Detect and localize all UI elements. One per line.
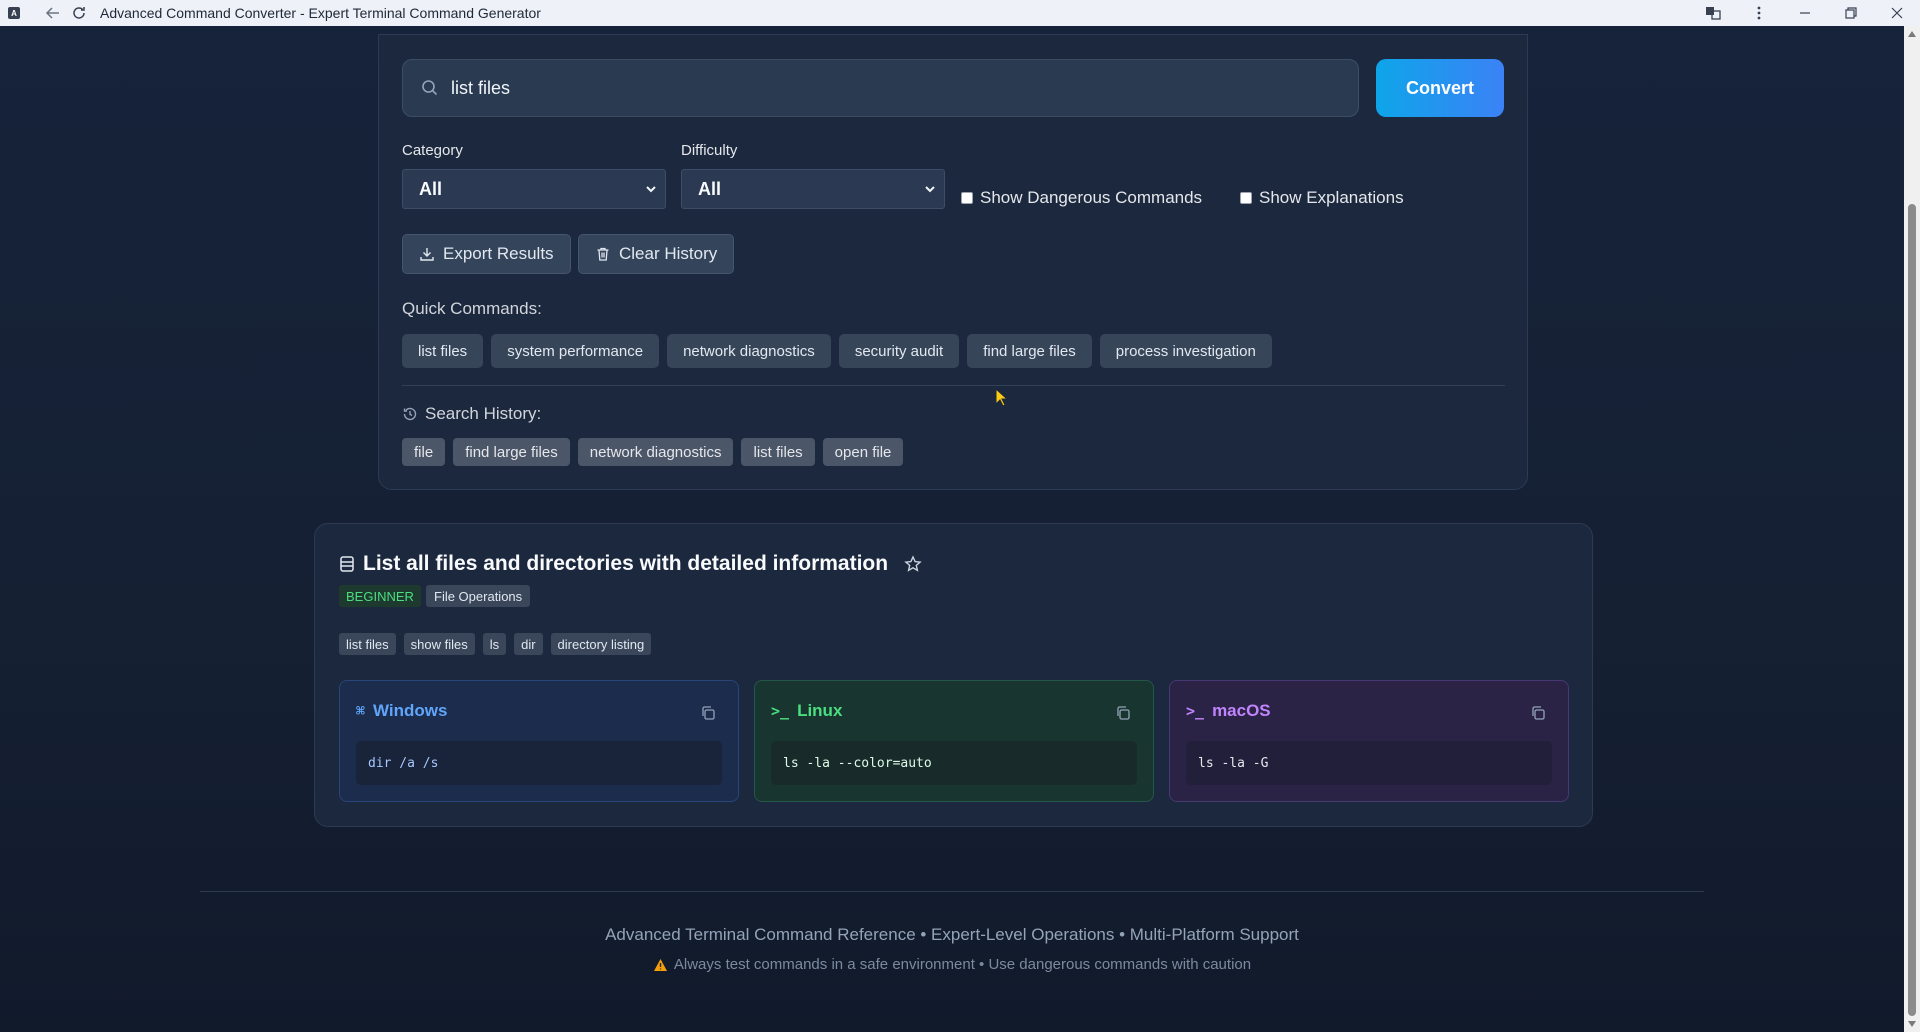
- result-card: List all files and directories with deta…: [314, 523, 1593, 827]
- search-field[interactable]: [402, 59, 1359, 117]
- window-titlebar: A Advanced Command Converter - Expert Te…: [0, 0, 1920, 26]
- search-history-title: Search History:: [402, 404, 541, 424]
- tag: ls: [482, 633, 507, 655]
- divider: [402, 385, 1505, 386]
- star-icon[interactable]: [904, 555, 922, 573]
- category-select[interactable]: All: [402, 169, 666, 209]
- minimize-icon[interactable]: [1782, 0, 1828, 26]
- linux-header: >_ Linux: [771, 701, 842, 721]
- quick-command-chip[interactable]: find large files: [967, 334, 1092, 368]
- footer-warning-text: Always test commands in a safe environme…: [673, 956, 1252, 973]
- app-icon: A: [8, 7, 20, 19]
- download-icon: [420, 248, 434, 261]
- history-chip[interactable]: list files: [741, 438, 815, 466]
- quick-command-chip[interactable]: network diagnostics: [667, 334, 831, 368]
- show-dangerous-label: Show Dangerous Commands: [980, 188, 1203, 207]
- clear-history-label: Clear History: [619, 244, 718, 263]
- checkbox-box[interactable]: [961, 192, 973, 204]
- footer-text: Advanced Terminal Command Reference • Ex…: [605, 925, 1299, 944]
- result-title: List all files and directories with deta…: [339, 552, 922, 576]
- show-explanations-label: Show Explanations: [1259, 188, 1404, 207]
- history-icon: [403, 407, 417, 421]
- macos-command[interactable]: ls -la -G: [1186, 741, 1552, 785]
- back-arrow-icon[interactable]: [40, 0, 66, 26]
- quick-commands-title: Quick Commands:: [402, 299, 542, 318]
- export-results-label: Export Results: [443, 244, 554, 263]
- export-results-button[interactable]: Export Results: [402, 234, 571, 274]
- quick-command-chip[interactable]: security audit: [838, 334, 960, 368]
- restore-icon[interactable]: [1828, 0, 1874, 26]
- quick-command-chip[interactable]: process investigation: [1099, 334, 1272, 368]
- clear-history-button[interactable]: Clear History: [578, 234, 735, 274]
- tag: list files: [339, 633, 396, 655]
- windows-label: Windows: [373, 701, 448, 720]
- database-icon: [340, 556, 354, 572]
- close-icon[interactable]: [1874, 0, 1920, 26]
- difficulty-label: Difficulty: [681, 142, 738, 159]
- terminal-icon: >_: [1186, 702, 1205, 720]
- warning-icon: [653, 958, 667, 971]
- footer-warning: Always test commands in a safe environme…: [0, 956, 1904, 973]
- windows-command[interactable]: dir /a /s: [356, 741, 722, 785]
- window-title: Advanced Command Converter - Expert Term…: [100, 5, 541, 21]
- macos-header: >_ macOS: [1186, 701, 1271, 721]
- convert-button[interactable]: Convert: [1376, 59, 1504, 117]
- tag: dir: [514, 633, 543, 655]
- reload-icon[interactable]: [66, 0, 92, 26]
- mouse-cursor-icon: [995, 388, 1009, 407]
- search-input[interactable]: [451, 77, 1331, 99]
- quick-command-chip[interactable]: system performance: [491, 334, 660, 368]
- command-key-icon: ⌘: [356, 702, 366, 720]
- history-chip[interactable]: network diagnostics: [577, 438, 734, 466]
- checkbox-box[interactable]: [1240, 192, 1252, 204]
- copy-icon[interactable]: [1115, 705, 1131, 721]
- linux-command-panel: >_ Linux ls -la --color=auto: [754, 680, 1154, 802]
- search-history-list: file find large files network diagnostic…: [402, 438, 911, 466]
- chevron-down-icon: [646, 186, 656, 193]
- history-chip[interactable]: file: [402, 438, 446, 466]
- difficulty-badge: BEGINNER: [339, 585, 421, 607]
- more-options-icon[interactable]: [1736, 0, 1782, 26]
- windows-header: ⌘ Windows: [356, 701, 447, 721]
- tag: show files: [403, 633, 475, 655]
- copy-icon[interactable]: [1530, 705, 1546, 721]
- copy-icon[interactable]: [700, 705, 716, 721]
- difficulty-select[interactable]: All: [681, 169, 945, 209]
- footer-divider: [200, 891, 1704, 892]
- category-select-value: All: [419, 178, 443, 199]
- windows-command-panel: ⌘ Windows dir /a /s: [339, 680, 739, 802]
- category-label: Category: [402, 142, 463, 159]
- linux-label: Linux: [797, 701, 843, 720]
- scroll-down-arrow-icon[interactable]: [1904, 1016, 1920, 1032]
- scrollbar-thumb[interactable]: [1908, 204, 1916, 1016]
- macos-label: macOS: [1212, 701, 1271, 720]
- search-icon: [422, 80, 438, 96]
- translate-icon[interactable]: [1690, 0, 1736, 26]
- scroll-up-arrow-icon[interactable]: [1904, 26, 1920, 42]
- show-explanations-checkbox[interactable]: Show Explanations: [1240, 188, 1404, 208]
- quick-command-chip[interactable]: list files: [402, 334, 484, 368]
- chevron-down-icon: [925, 186, 935, 193]
- macos-command-panel: >_ macOS ls -la -G: [1169, 680, 1569, 802]
- history-chip[interactable]: open file: [822, 438, 904, 466]
- quick-commands-list: list files system performance network di…: [402, 334, 1280, 368]
- search-panel: Convert Category All Difficulty All Show…: [378, 34, 1528, 490]
- linux-command[interactable]: ls -la --color=auto: [771, 741, 1137, 785]
- tag-list: list files show files ls dir directory l…: [339, 633, 659, 655]
- vertical-scrollbar[interactable]: [1904, 26, 1920, 1032]
- history-chip[interactable]: find large files: [453, 438, 570, 466]
- terminal-icon: >_: [771, 702, 790, 720]
- trash-icon: [597, 247, 609, 261]
- show-dangerous-checkbox[interactable]: Show Dangerous Commands: [961, 188, 1202, 208]
- tag: directory listing: [550, 633, 652, 655]
- result-title-text: List all files and directories with deta…: [363, 552, 889, 575]
- search-history-label: Search History:: [425, 404, 542, 423]
- difficulty-select-value: All: [698, 178, 722, 199]
- category-badge: File Operations: [426, 585, 531, 607]
